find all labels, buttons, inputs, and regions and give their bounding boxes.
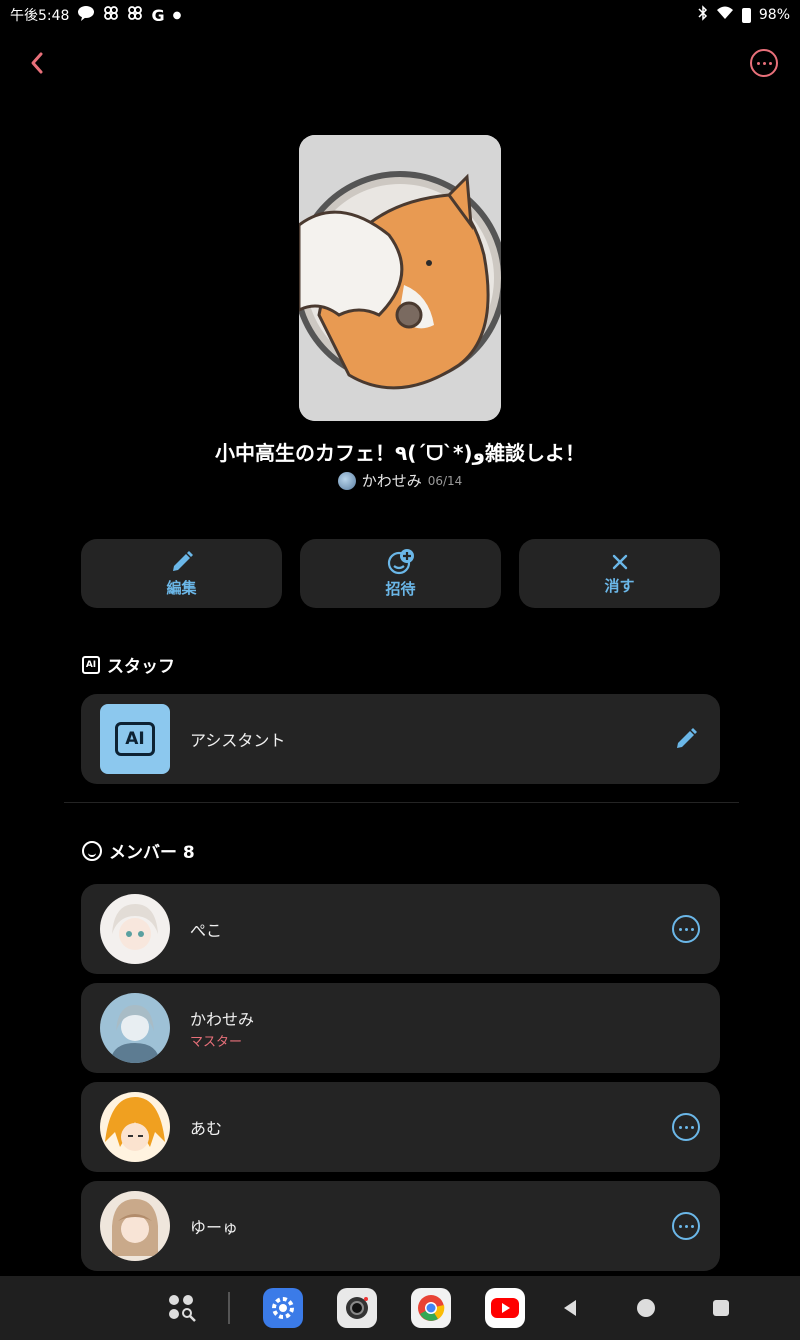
system-nav-bar [0, 1276, 800, 1340]
room-meta: かわせみ 06/14 [0, 470, 800, 491]
recents-square-icon[interactable] [701, 1288, 741, 1328]
status-time: 午後5:48 [10, 8, 70, 24]
member-item[interactable]: かわせみ マスター [81, 983, 720, 1073]
author-avatar [337, 471, 356, 490]
edit-label: 編集 [166, 578, 197, 597]
member-more-button[interactable] [671, 1211, 701, 1241]
avatar [100, 993, 170, 1063]
member-name: かわせみ [190, 1010, 255, 1029]
member-item[interactable]: ゆーゅ [81, 1181, 720, 1271]
more-circle-icon [672, 915, 700, 943]
pinwheel-icon [127, 5, 143, 25]
staff-name: アシスタント [190, 731, 286, 750]
settings-app-icon[interactable] [263, 1288, 303, 1328]
staff-section-title: スタッフ [107, 657, 175, 677]
apps-search-icon[interactable] [162, 1288, 202, 1328]
google-icon: G [151, 5, 165, 25]
battery-percent: 98% [758, 7, 790, 23]
back-button[interactable] [22, 48, 52, 78]
member-more-button[interactable] [671, 914, 701, 944]
fox-illustration [299, 135, 501, 421]
ai-icon: AI [82, 655, 100, 674]
staff-section-header: AI スタッフ [82, 652, 175, 677]
home-circle-icon[interactable] [626, 1288, 666, 1328]
room-title: 小中高生のカフェ！٩(ˊᗜˋ*)و雑談しよ！ [215, 441, 585, 465]
action-buttons: 編集 招待 消す [81, 539, 720, 608]
member-name: ぺこ [190, 921, 223, 940]
chrome-app-icon[interactable] [411, 1288, 451, 1328]
youtube-app-icon[interactable] [485, 1288, 525, 1328]
members-section-header: メンバー 8 [82, 838, 195, 863]
wifi-icon [716, 6, 734, 24]
camera-app-icon[interactable] [337, 1288, 377, 1328]
member-more-button[interactable] [671, 1112, 701, 1142]
invite-label: 招待 [385, 579, 416, 598]
pencil-icon [172, 550, 193, 571]
member-name: ゆーゅ [190, 1218, 239, 1237]
chevron-left-icon [31, 52, 43, 74]
more-circle-icon [672, 1212, 700, 1240]
avatar [100, 894, 170, 964]
edit-button[interactable]: 編集 [81, 539, 282, 608]
member-role: マスター [190, 1035, 243, 1050]
invite-button[interactable]: 招待 [300, 539, 501, 608]
back-triangle-icon[interactable] [550, 1288, 590, 1328]
dot-icon: ● [172, 9, 182, 21]
room-date: 06/14 [427, 473, 463, 488]
nav-separator [228, 1292, 230, 1324]
battery-icon [741, 7, 751, 23]
more-circle-icon [756, 61, 772, 65]
bluetooth-icon [698, 5, 708, 25]
delete-button[interactable]: 消す [519, 539, 720, 608]
member-item[interactable]: あむ [81, 1082, 720, 1172]
delete-label: 消す [604, 576, 635, 595]
room-cover-image [299, 135, 501, 421]
pencil-icon [677, 728, 697, 748]
avatar [100, 1092, 170, 1162]
members-section-title: メンバー 8 [109, 843, 195, 863]
pinwheel-icon [103, 5, 119, 25]
close-icon [612, 554, 627, 569]
more-circle-icon [672, 1113, 700, 1141]
status-bar: 午後5:48 G ● 98% [0, 0, 800, 30]
member-name: あむ [190, 1119, 223, 1138]
ai-badge-icon: AI [100, 704, 170, 774]
staff-item-assistant[interactable]: AI アシスタント [81, 694, 720, 784]
edit-staff-button[interactable] [671, 724, 701, 754]
line-icon [77, 5, 95, 25]
section-divider [64, 802, 739, 803]
add-person-icon [387, 548, 414, 574]
smile-icon [82, 840, 102, 861]
member-item[interactable]: ぺこ [81, 884, 720, 974]
avatar [100, 1191, 170, 1261]
author-name[interactable]: かわせみ [362, 470, 422, 491]
more-options-button[interactable] [750, 49, 778, 77]
